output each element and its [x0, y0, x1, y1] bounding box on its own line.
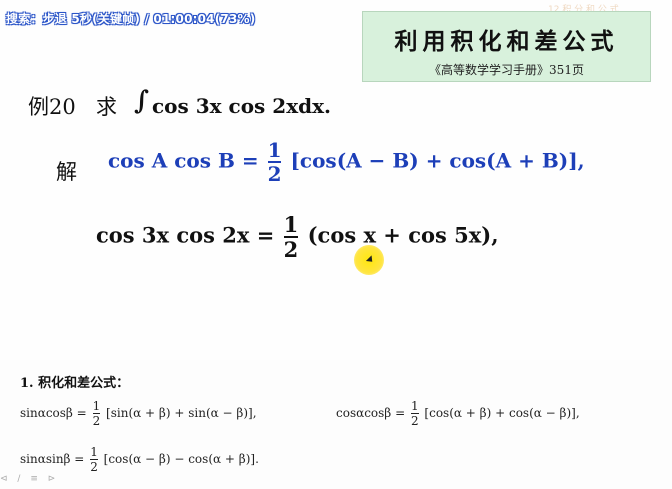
formula-cos-cos: cosαcosβ = 12 [cos(α + β) + cos(α − β)], [336, 399, 580, 428]
example-label: 例20 [28, 95, 76, 119]
player-status-text: 搜索：步退 5秒(关键帧) / 01:00:04(73%) [6, 12, 256, 26]
product-to-sum-formula: cos A cos B = 1 2 [cos(A − B) + cos(A + … [108, 140, 585, 184]
example-qiu: 求 [96, 95, 117, 119]
player-controls: ⊲ ∕ ≡ ⊳ [0, 474, 120, 489]
formula2-fraction: 1 2 [283, 212, 299, 262]
reference-panel: 1. 积化和差公式： sinαcosβ = 12 [sin(α + β) + s… [0, 360, 672, 489]
formula-sin-cos: sinαcosβ = 12 [sin(α + β) + sin(α − β)], [20, 399, 257, 428]
prev-icon[interactable]: ⊲ [0, 474, 8, 484]
formula2-lhs: cos 3x cos 2x = [96, 222, 275, 248]
slide-canvas: 搜索：步退 5秒(关键帧) / 01:00:04(73%) 12 积 分 和 公… [0, 0, 672, 489]
title-box: 利用积化和差公式 《高等数学学习手册》351页 [362, 11, 651, 82]
formula1-lhs: cos A cos B = [108, 148, 259, 173]
formula-sin-sin: sinαsinβ = 12 [cos(α − β) − cos(α + β)]. [20, 445, 259, 474]
next-icon[interactable]: ⊳ [48, 474, 56, 484]
edit-icon[interactable]: ∕ [17, 474, 20, 484]
reference-heading: 1. 积化和差公式： [20, 376, 130, 391]
formula1-fraction: 1 2 [267, 138, 282, 186]
list-icon[interactable]: ≡ [30, 474, 38, 484]
slide-subtitle: 《高等数学学习手册》351页 [429, 63, 584, 77]
formula1-rhs: [cos(A − B) + cos(A + B)], [290, 148, 585, 173]
solution-label: 解 [56, 160, 77, 184]
slide-title: 利用积化和差公式 [394, 28, 619, 55]
formula2-rhs: (cos x + cos 5x), [307, 222, 499, 248]
integral-sign: ∫ [134, 86, 150, 116]
example-expression: cos 3x cos 2xdx. [152, 94, 331, 118]
applied-formula: cos 3x cos 2x = 1 2 (cos x + cos 5x), [96, 214, 499, 260]
